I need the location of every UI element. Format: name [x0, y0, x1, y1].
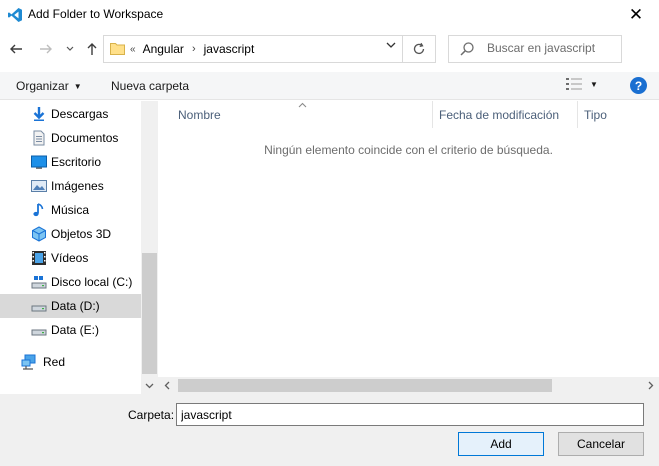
column-header-label: Fecha de modificación — [439, 108, 560, 122]
forward-button[interactable] — [36, 39, 56, 59]
sidebar-item-label: Data (D:) — [51, 299, 100, 313]
organize-label: Organizar — [16, 79, 69, 93]
caret-down-icon: ▼ — [590, 79, 598, 89]
arrow-up-icon — [87, 43, 97, 55]
sidebar-item-musica[interactable]: Música — [0, 198, 141, 222]
change-view-button[interactable]: ▼ — [566, 78, 598, 90]
sidebar-item-label: Escritorio — [51, 155, 102, 169]
overflow-chevron-icon[interactable]: « — [130, 44, 135, 55]
arrow-right-icon — [40, 44, 52, 54]
sidebar-item-data-e[interactable]: Data (E:) — [0, 318, 141, 342]
sidebar-item-label: Vídeos — [51, 251, 89, 265]
new-folder-button[interactable]: Nueva carpeta — [111, 79, 189, 93]
dialog-footer: Carpeta: Add Cancelar — [0, 394, 659, 466]
command-bar: Organizar ▼ Nueva carpeta ▼ ? — [0, 72, 659, 100]
folder-name-input[interactable] — [176, 403, 644, 426]
sidebar-item-documentos[interactable]: Documentos — [0, 126, 141, 150]
refresh-button[interactable] — [403, 35, 436, 63]
sidebar-item-label: Documentos — [51, 131, 119, 145]
cancel-button[interactable]: Cancelar — [558, 432, 644, 456]
sidebar-item-label: Disco local (C:) — [51, 275, 133, 289]
sidebar-item-label: Música — [51, 203, 90, 217]
video-icon — [32, 251, 46, 265]
recent-locations-button[interactable] — [60, 39, 80, 59]
folder-field-label: Carpeta: — [128, 408, 175, 422]
organize-button[interactable]: Organizar ▼ — [16, 79, 82, 93]
folder-icon — [110, 43, 125, 55]
vscode-icon — [8, 8, 22, 22]
breadcrumb-item-angular[interactable]: Angular — [143, 42, 184, 56]
help-button[interactable]: ? — [630, 77, 647, 94]
breadcrumb-separator-icon[interactable]: › — [192, 43, 196, 55]
title-bar: Add Folder to Workspace ✕ — [0, 0, 659, 30]
drive-icon — [31, 276, 47, 289]
caret-down-icon: ▼ — [73, 82, 82, 92]
up-button[interactable] — [82, 39, 102, 59]
network-icon — [21, 354, 36, 370]
sidebar-item-red[interactable]: Red — [0, 350, 141, 374]
sidebar-item-videos[interactable]: Vídeos — [0, 246, 141, 270]
window-title: Add Folder to Workspace — [28, 7, 164, 21]
scrollbar-thumb[interactable] — [178, 379, 552, 392]
chevron-right-icon — [648, 381, 653, 390]
sidebar-item-imagenes[interactable]: Imágenes — [0, 174, 141, 198]
music-icon — [33, 203, 44, 217]
drive-icon — [31, 305, 47, 312]
refresh-icon — [413, 42, 425, 55]
navigation-bar: « Angular › javascript — [0, 34, 659, 64]
sidebar-item-label: Data (E:) — [51, 323, 100, 337]
sidebar-item-label: Descargas — [51, 107, 109, 121]
desktop-icon — [31, 155, 47, 169]
address-dropdown-button[interactable] — [386, 41, 396, 52]
close-button[interactable]: ✕ — [613, 0, 659, 30]
sort-ascending-icon — [298, 100, 307, 110]
chevron-down-icon — [386, 42, 396, 48]
column-header-label: Tipo — [584, 108, 607, 122]
sidebar-item-label: Objetos 3D — [51, 227, 112, 241]
close-icon: ✕ — [628, 5, 644, 24]
breadcrumb-item-javascript[interactable]: javascript — [204, 42, 255, 56]
view-details-icon — [566, 78, 582, 90]
sidebar-item-descargas[interactable]: Descargas — [0, 102, 141, 126]
column-header-fecha[interactable]: Fecha de modificación — [432, 101, 577, 128]
download-icon — [33, 107, 45, 121]
file-list-horizontal-scrollbar[interactable] — [158, 377, 659, 394]
file-list[interactable]: Nombre Fecha de modificación Tipo Ningún… — [158, 101, 659, 377]
navigation-pane-scrollbar[interactable] — [141, 101, 158, 394]
breadcrumb: « Angular › javascript — [130, 42, 254, 56]
column-header-tipo[interactable]: Tipo — [577, 101, 659, 128]
cube-icon — [32, 226, 46, 242]
add-button[interactable]: Add — [458, 432, 544, 456]
search-box[interactable] — [448, 35, 622, 63]
scrollbar-thumb[interactable] — [142, 253, 157, 374]
drive-icon — [31, 329, 47, 336]
sidebar-item-escritorio[interactable]: Escritorio — [0, 150, 141, 174]
navigation-pane: Descargas Documentos Escritorio Imágenes… — [0, 101, 141, 394]
arrow-left-icon — [10, 44, 22, 54]
search-icon — [460, 42, 474, 56]
search-input[interactable] — [487, 41, 617, 55]
column-header-label: Nombre — [178, 108, 221, 122]
sidebar-item-label: Imágenes — [51, 179, 104, 193]
pictures-icon — [31, 180, 47, 192]
sidebar-item-objetos-3d[interactable]: Objetos 3D — [0, 222, 141, 246]
sidebar-item-disco-local-c[interactable]: Disco local (C:) — [0, 270, 141, 294]
chevron-down-icon — [145, 383, 154, 388]
scroll-left-button[interactable] — [158, 377, 175, 394]
address-bar[interactable]: « Angular › javascript — [103, 35, 403, 63]
scroll-right-button[interactable] — [642, 377, 659, 394]
back-button[interactable] — [6, 39, 26, 59]
document-icon — [33, 130, 45, 146]
sidebar-item-label: Red — [43, 355, 66, 369]
sidebar-item-data-d[interactable]: Data (D:) — [0, 294, 141, 318]
column-header-nombre[interactable]: Nombre — [158, 101, 432, 128]
empty-state-message: Ningún elemento coincide con el criterio… — [264, 143, 553, 157]
chevron-down-icon — [66, 46, 74, 51]
chevron-left-icon — [164, 381, 169, 390]
help-icon: ? — [634, 78, 643, 93]
scroll-down-button[interactable] — [141, 377, 158, 394]
